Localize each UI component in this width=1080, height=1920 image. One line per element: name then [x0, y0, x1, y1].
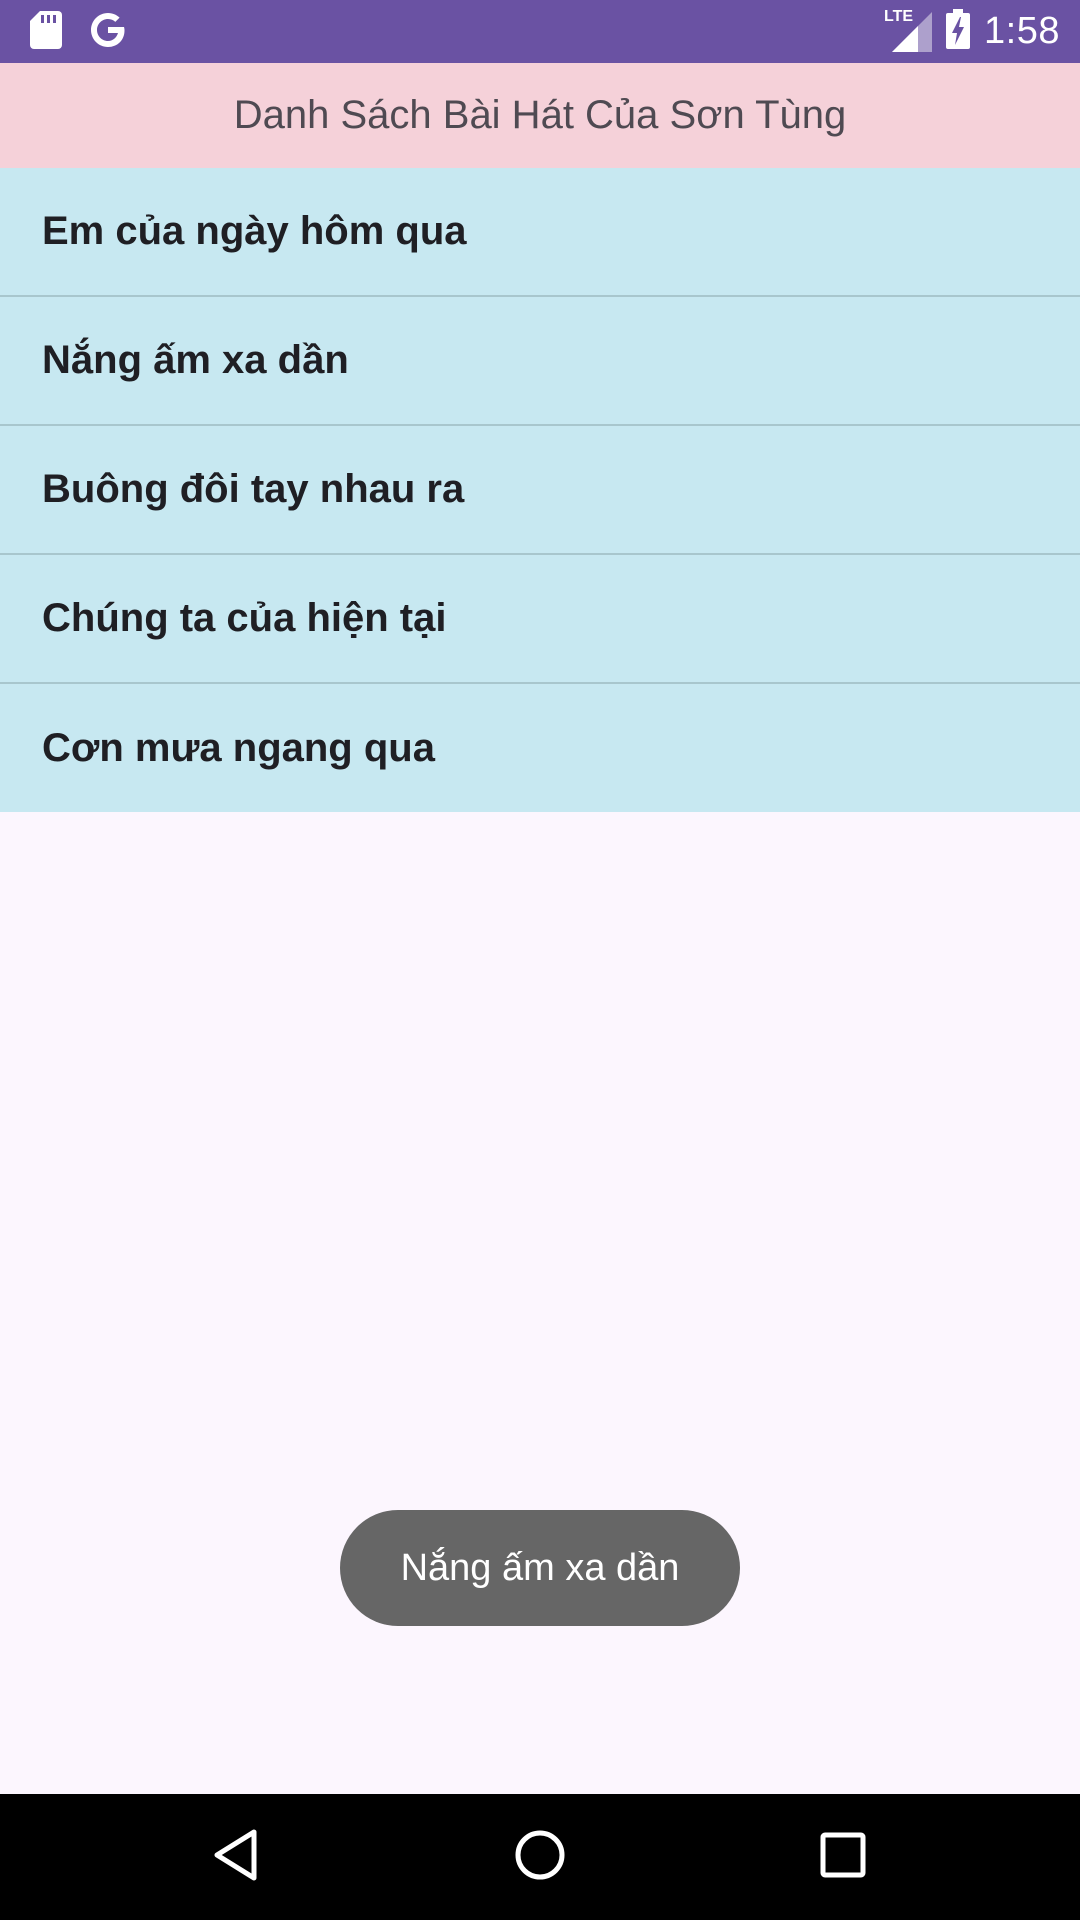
toast: Nắng ấm xa dần	[340, 1510, 740, 1626]
network-type-label: LTE	[884, 8, 914, 25]
list-item[interactable]: Buông đôi tay nhau ra	[0, 426, 1080, 555]
page-title: Danh Sách Bài Hát Của Sơn Tùng	[233, 93, 847, 137]
list-item[interactable]: Nắng ấm xa dần	[0, 297, 1080, 426]
app-bar: Danh Sách Bài Hát Của Sơn Tùng	[0, 63, 1080, 168]
recents-button[interactable]	[808, 1822, 878, 1892]
status-right-icons: LTE 1:58	[884, 8, 1060, 54]
song-label: Buông đôi tay nhau ra	[42, 467, 465, 511]
status-time: 1:58	[984, 9, 1060, 52]
song-list: Em của ngày hôm qua Nắng ấm xa dần Buông…	[0, 168, 1080, 812]
sd-card-icon	[30, 10, 62, 54]
status-bar: LTE 1:58	[0, 0, 1080, 63]
song-label: Cơn mưa ngang qua	[42, 725, 435, 770]
status-left-icons	[30, 10, 128, 54]
list-item[interactable]: Em của ngày hôm qua	[0, 168, 1080, 297]
song-label: Chúng ta của hiện tại	[42, 596, 447, 640]
recents-icon	[820, 1832, 866, 1883]
google-icon	[88, 10, 128, 55]
back-button[interactable]	[201, 1822, 271, 1892]
home-icon	[514, 1829, 566, 1886]
battery-charging-icon	[946, 8, 971, 54]
back-icon	[212, 1828, 260, 1887]
home-button[interactable]	[505, 1822, 575, 1892]
song-label: Em của ngày hôm qua	[42, 209, 467, 253]
signal-icon: LTE	[884, 8, 933, 52]
navigation-bar	[0, 1794, 1080, 1920]
song-label: Nắng ấm xa dần	[42, 338, 349, 382]
list-item[interactable]: Cơn mưa ngang qua	[0, 684, 1080, 812]
toast-text: Nắng ấm xa dần	[400, 1546, 680, 1589]
list-item[interactable]: Chúng ta của hiện tại	[0, 555, 1080, 684]
